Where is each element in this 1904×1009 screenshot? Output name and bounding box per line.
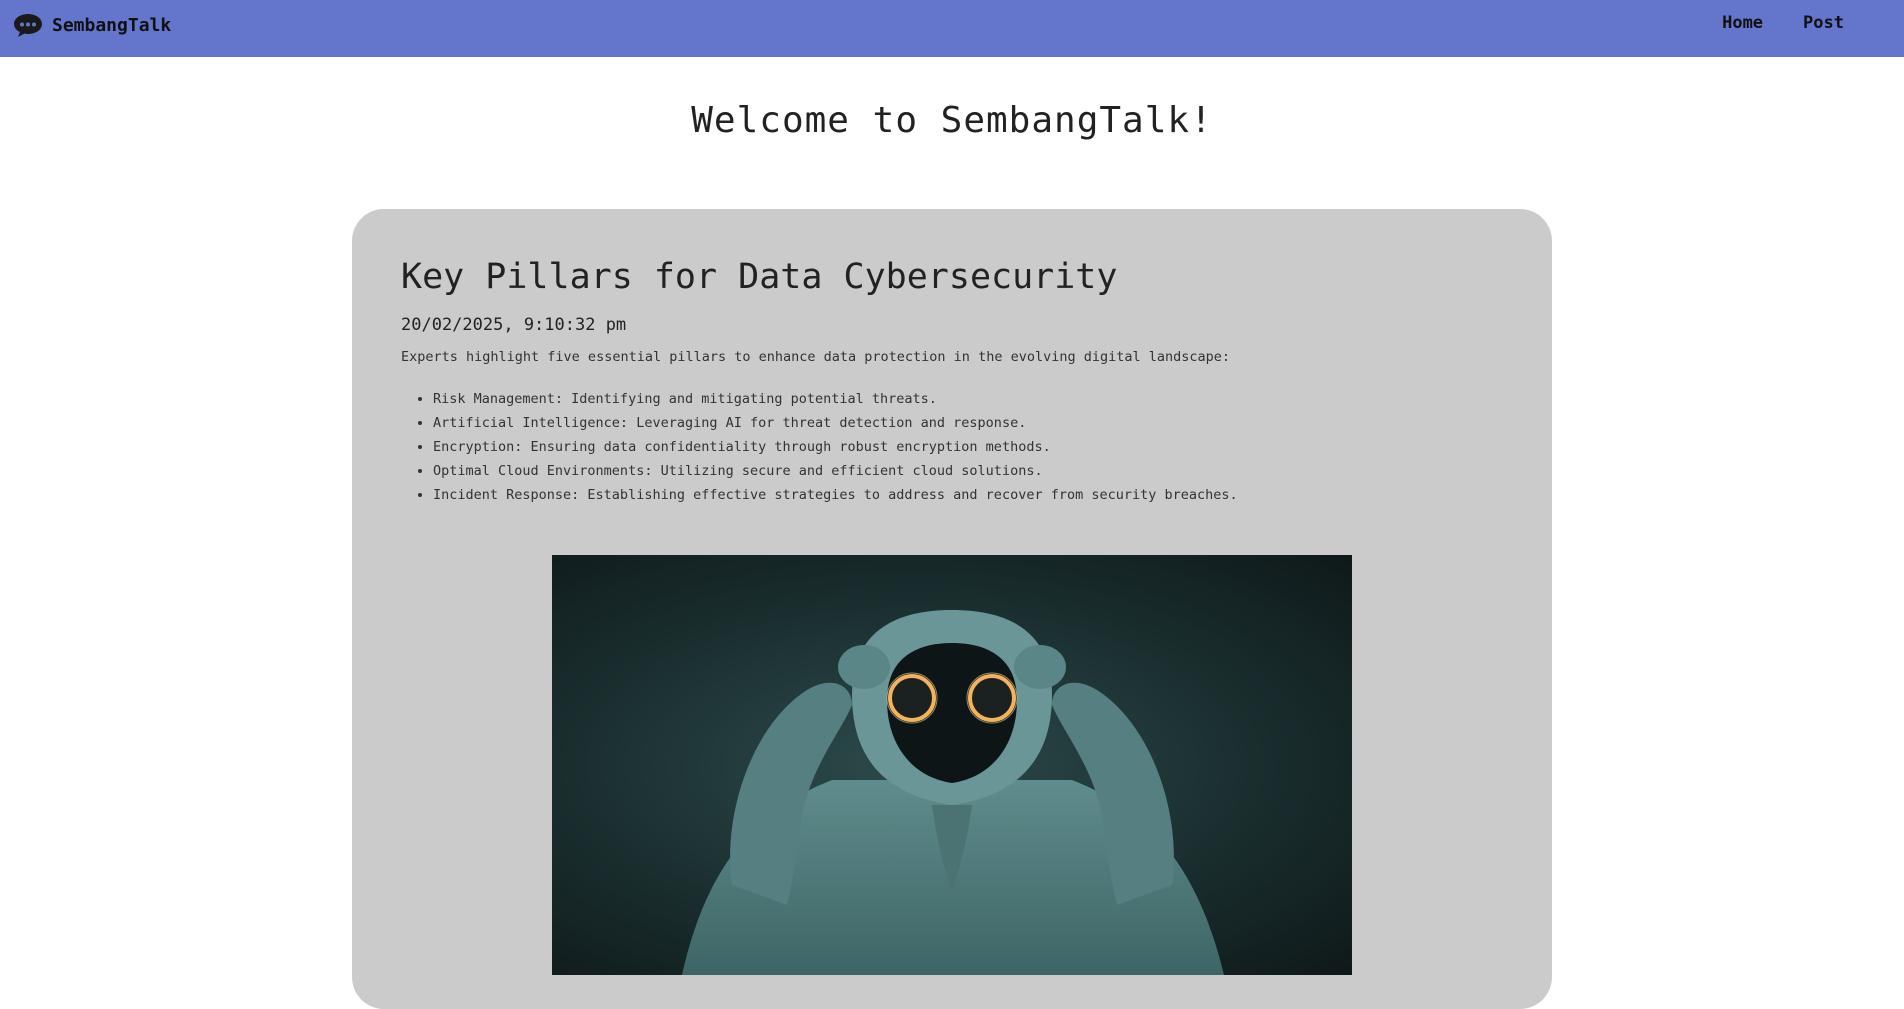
list-item: Optimal Cloud Environments: Utilizing se… [433,459,1238,483]
pillars-list: Risk Management: Identifying and mitigat… [401,387,1238,507]
list-item: Artificial Intelligence: Leveraging AI f… [433,411,1238,435]
page-heading: Welcome to SembangTalk! [691,100,1213,141]
nav-post-link[interactable]: Post [1803,13,1844,33]
brand-link[interactable]: SembangTalk [12,11,171,39]
brand-name: SembangTalk [52,14,172,36]
post-card: Key Pillars for Data Cybersecurity 20/02… [352,209,1552,1009]
list-item: Risk Management: Identifying and mitigat… [433,387,1238,411]
list-item: Encryption: Ensuring data confidentialit… [433,435,1238,459]
chat-bubble-icon [14,14,42,37]
post-image [552,555,1352,975]
nav-home-link[interactable]: Home [1722,13,1763,33]
post-title: Key Pillars for Data Cybersecurity [401,257,1118,297]
post-intro: Experts highlight five essential pillars… [401,349,1231,365]
post-date: 20/02/2025, 9:10:32 pm [401,315,627,335]
hooded-figure-icon [682,610,1224,975]
nav-links: Home Post [1722,13,1844,33]
list-item: Incident Response: Establishing effectiv… [433,483,1238,507]
top-navbar: SembangTalk Home Post [0,0,1904,57]
